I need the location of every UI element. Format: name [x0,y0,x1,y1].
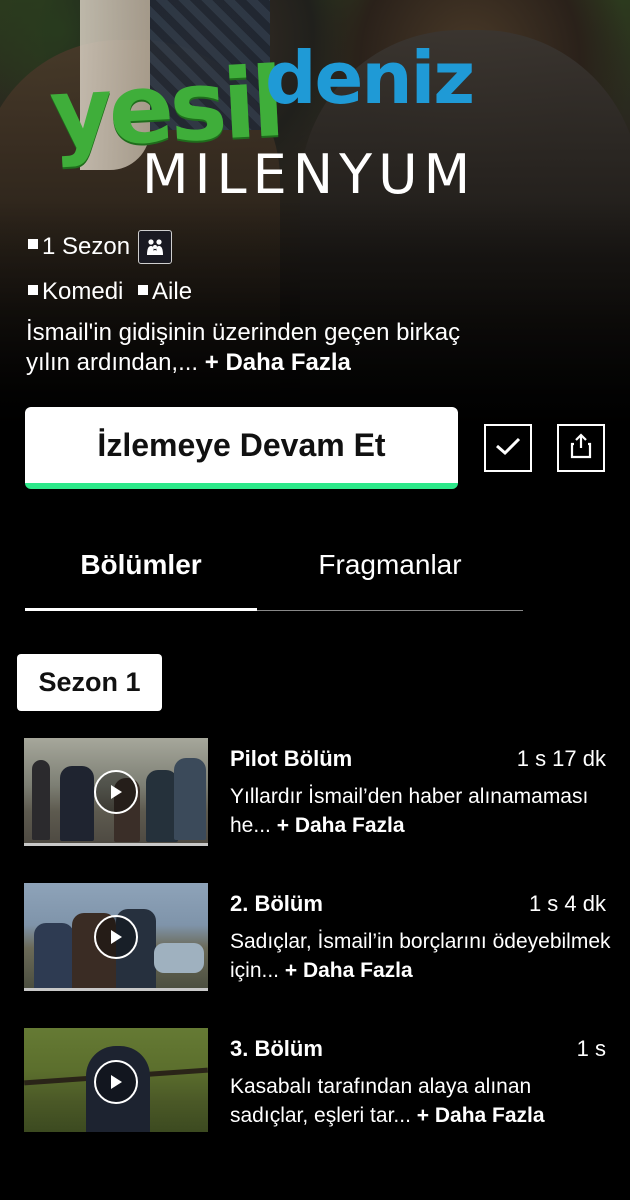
season-selector-label: Sezon 1 [38,667,141,697]
bullet-square [138,284,149,295]
logo-line-3: MILENYUM [142,143,477,206]
bullet-square [28,284,38,295]
episode-duration: 1 s 17 dk [516,746,606,771]
logo-line-2: deniz [265,36,475,120]
episode-thumbnail[interactable] [24,883,208,991]
active-tab-indicator [25,608,257,611]
tab-episodes[interactable]: Bölümler [25,530,257,600]
thumb-figure [60,766,94,841]
show-logo: yesil deniz MILENYUM [47,30,475,202]
show-description: İsmail'in gidişinin üzerinden geçen birk… [26,318,506,378]
genre-tag: Aile [152,278,193,305]
episode-duration: 1 s [576,1036,606,1061]
episode-duration: 1 s 4 dk [528,891,606,916]
description-more-link[interactable]: + Daha Fazla [205,349,351,376]
tab-trailers[interactable]: Fragmanlar [257,530,523,600]
episode-more-link[interactable]: + Daha Fazla [285,959,413,982]
family-icon [138,230,173,264]
episode-thumbnail[interactable] [24,738,208,846]
watchlist-button[interactable] [484,424,532,472]
play-icon[interactable] [94,1060,138,1104]
bullet-square [28,239,38,249]
thumb-figure [174,758,206,840]
genres-row: Komedi Aile [28,278,608,306]
episode-description: Yıllardır İsmail’den haber alınamaması h… [230,782,614,840]
continue-watching-label: İzlemeye Devam Et [97,426,386,463]
episode-title: 3. Bölüm [230,1036,323,1061]
episode-description: Kasabalı tarafından alaya alınan sadıçla… [230,1072,614,1130]
play-icon[interactable] [94,915,138,959]
episode-item[interactable]: 3. Bölüm 1 s Kasabalı tarafından alaya a… [24,1028,614,1138]
thumb-car [154,943,204,973]
content-tabs: Bölümler Fragmanlar [25,530,523,612]
episode-thumbnail[interactable] [24,1028,208,1132]
episode-title: 2. Bölüm [230,891,323,916]
season-count-row: 1 Sezon [28,230,608,264]
thumb-figure [34,923,74,988]
episode-more-link[interactable]: + Daha Fazla [277,814,405,837]
checkmark-icon [494,435,522,462]
episode-item[interactable]: 2. Bölüm 1 s 4 dk Sadıçlar, İsmail’in bo… [24,883,614,993]
episode-more-link[interactable]: + Daha Fazla [417,1104,545,1127]
season-count: 1 Sezon [42,233,131,260]
episode-title: Pilot Bölüm [230,746,353,771]
share-button[interactable] [557,424,605,472]
season-selector-button[interactable]: Sezon 1 [17,654,162,711]
share-icon [569,432,593,464]
thumb-figure [32,760,50,840]
episode-description: Sadıçlar, İsmail’in borçlarını ödeyebilm… [230,927,614,985]
continue-watching-button[interactable]: İzlemeye Devam Et [25,407,458,489]
episode-item[interactable]: Pilot Bölüm 1 s 17 dk Yıllardır İsmail’d… [24,738,614,848]
play-icon[interactable] [94,770,138,814]
genre-tag: Komedi [42,278,124,305]
